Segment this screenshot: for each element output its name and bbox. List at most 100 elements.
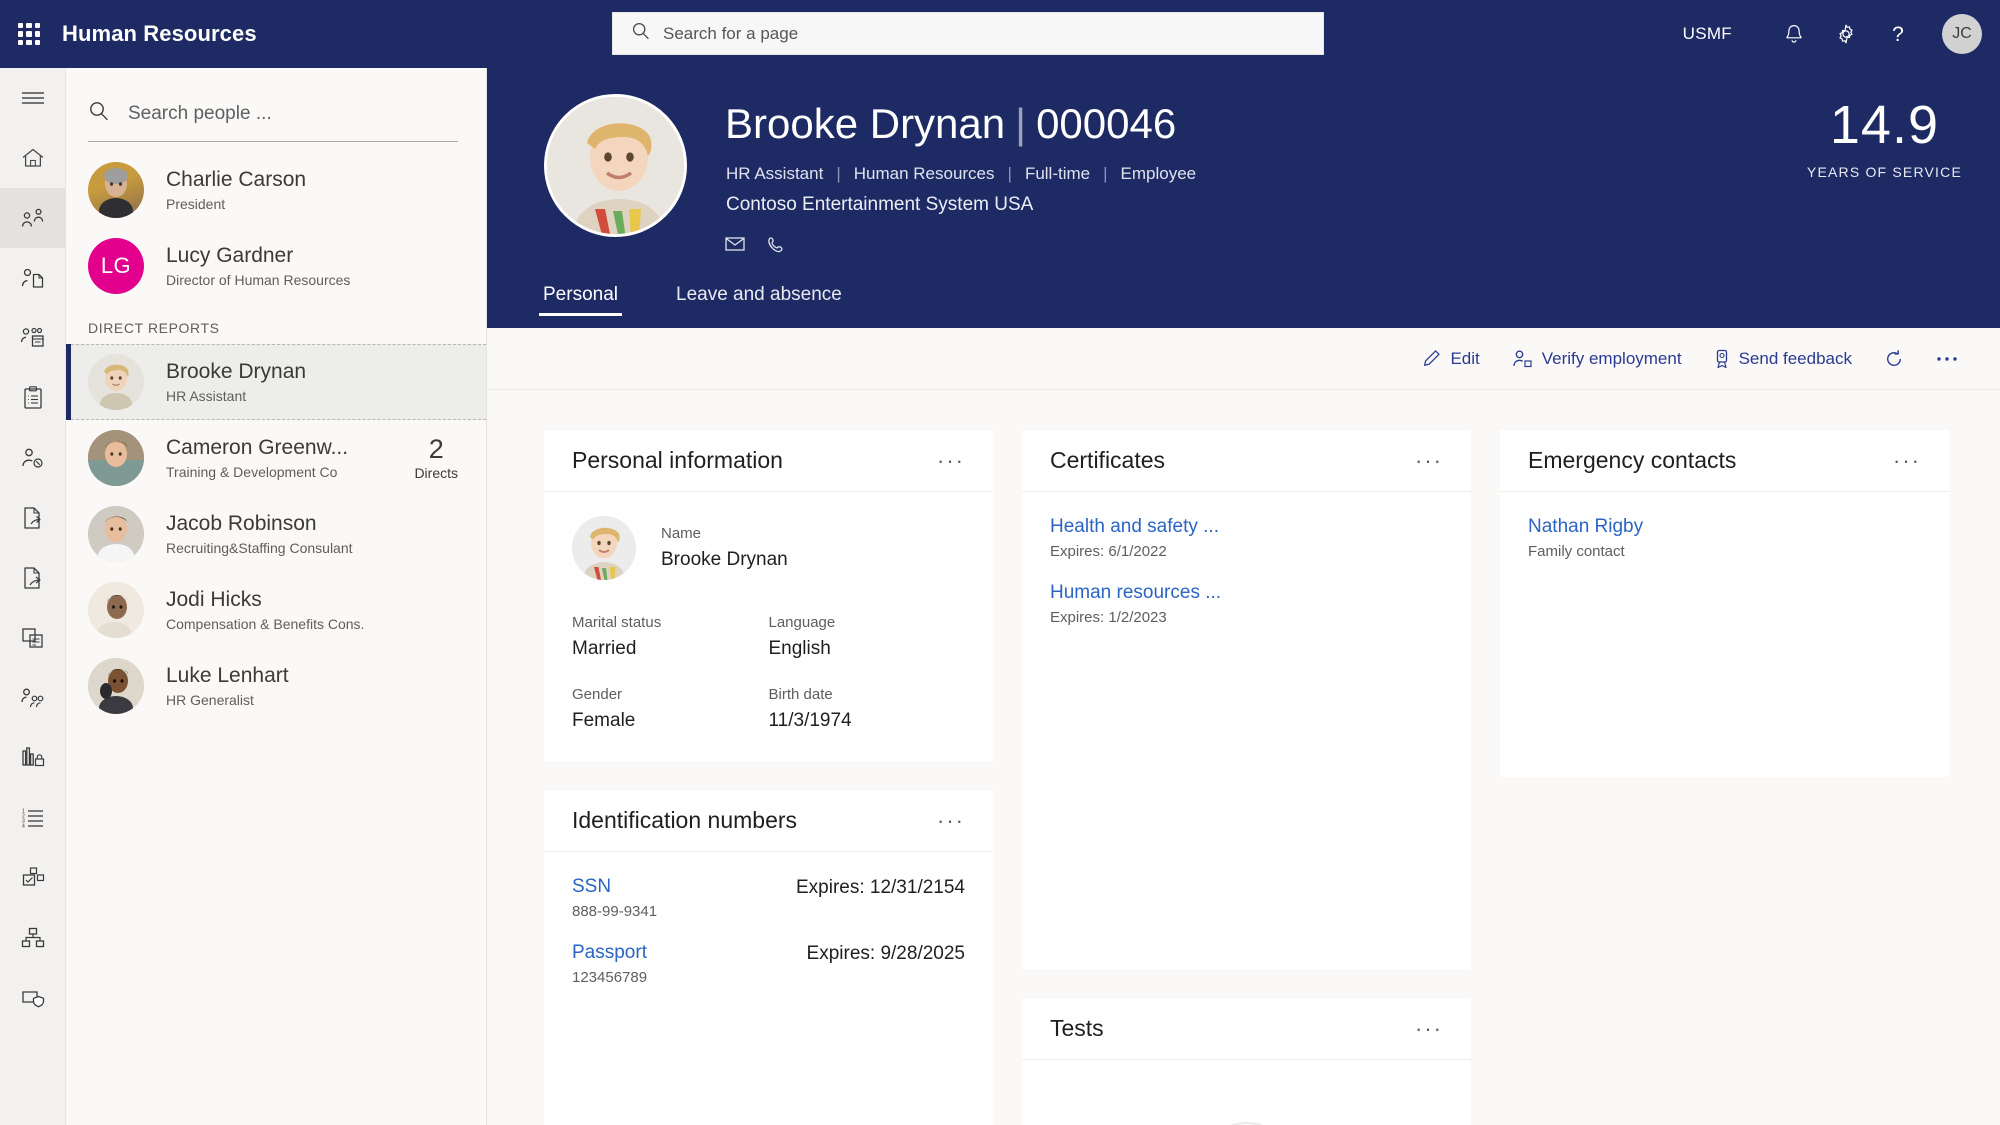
send-feedback-label: Send feedback: [1738, 348, 1852, 368]
identification-number: 123456789: [572, 969, 648, 986]
verify-employment-button[interactable]: Verify employment: [1512, 349, 1682, 369]
person-document-icon: [19, 265, 47, 291]
field-language: Language English: [769, 614, 966, 660]
sidebar-item-org-chart[interactable]: [0, 908, 66, 968]
emergency-contact-link[interactable]: Nathan Rigby: [1528, 516, 1921, 538]
name-field: Name Brooke Drynan: [661, 525, 788, 571]
list-item[interactable]: Jodi Hicks Compensation & Benefits Cons.: [66, 572, 486, 648]
app-launcher-icon[interactable]: [18, 23, 40, 45]
employee-meta: HR Assistant | Human Resources | Full-time | E…: [726, 164, 1196, 184]
verify-employment-label: Verify employment: [1541, 348, 1682, 368]
people-list: Charlie Carson President LG Lucy Gardner…: [66, 152, 486, 724]
sidebar-item-documents[interactable]: [0, 488, 66, 548]
identification-link[interactable]: Passport: [572, 942, 647, 964]
sidebar-item-leave[interactable]: [0, 308, 66, 368]
identification-expiry: Expires: 12/31/2154: [795, 877, 965, 898]
overflow-ellipsis-icon[interactable]: ···: [937, 449, 965, 472]
title-separator: |: [1015, 100, 1027, 147]
field-label: Gender: [572, 686, 623, 703]
employee-name: Brooke Drynan: [725, 100, 1006, 147]
certificate-link[interactable]: Human resources ...: [1050, 582, 1443, 604]
page-search-input[interactable]: [663, 23, 1323, 44]
person-name: Brooke Drynan: [166, 359, 307, 383]
department: Human Resources: [853, 164, 995, 183]
sidebar-item-positions[interactable]: [0, 428, 66, 488]
list-item[interactable]: Jacob Robinson Recruiting&Staffing Consu…: [66, 496, 486, 572]
svg-text:4: 4: [22, 824, 25, 830]
bell-icon[interactable]: [1768, 0, 1820, 68]
card-header: Certificates ···: [1022, 430, 1471, 492]
phone-icon[interactable]: [767, 236, 785, 259]
list-item[interactable]: Charlie Carson President: [66, 152, 486, 228]
sidebar-item-employees[interactable]: [0, 188, 66, 248]
employee-avatar[interactable]: [544, 94, 687, 237]
sidebar-item-compensation[interactable]: [0, 728, 66, 788]
person-title: HR Assistant: [166, 388, 247, 405]
mail-icon[interactable]: [725, 236, 745, 259]
cards-grid: Personal information ··· Name Brooke Dry…: [487, 390, 2000, 1125]
person-title: Recruiting&Staffing Consulant: [166, 540, 353, 557]
edit-button[interactable]: Edit: [1422, 349, 1480, 369]
sidebar-item-tasks[interactable]: [0, 368, 66, 428]
list-item-selected[interactable]: Brooke Drynan HR Assistant: [66, 344, 486, 420]
certificate-link[interactable]: Health and safety ...: [1050, 516, 1443, 538]
sidebar-item-forms[interactable]: [0, 548, 66, 608]
people-search[interactable]: [88, 86, 458, 142]
list-item: SSN 888-99-9341 Expires: 12/31/2154: [572, 876, 965, 920]
person-settings-icon: [19, 445, 47, 471]
list-item[interactable]: LG Lucy Gardner Director of Human Resour…: [66, 228, 486, 304]
overflow-ellipsis-icon[interactable]: ···: [1415, 449, 1443, 472]
certificate-expiry: Expires: 6/1/2022: [1050, 543, 1167, 560]
search-icon: [88, 100, 110, 127]
field-value: Female: [572, 710, 636, 731]
sidebar-item-teams[interactable]: [0, 668, 66, 728]
sidebar-item-loaned-equipment[interactable]: [0, 608, 66, 668]
sidebar-item-lists[interactable]: 1234: [0, 788, 66, 848]
card-body: SSN 888-99-9341 Expires: 12/31/2154 Pass…: [544, 852, 993, 1125]
card-body: Health and safety ... Expires: 6/1/2022 …: [1022, 492, 1471, 970]
tab-bar: Personal Leave and absence: [539, 284, 900, 316]
meta-separator: |: [1103, 164, 1108, 183]
app-title: Human Resources: [62, 21, 257, 46]
overflow-ellipsis-icon[interactable]: ···: [1893, 449, 1921, 472]
empty-state: We didn't find any tests to show here.: [1050, 1084, 1443, 1125]
employee-id: 000046: [1036, 100, 1177, 147]
card-body: We didn't find any tests to show here.: [1022, 1060, 1471, 1125]
person-title: HR Generalist: [166, 692, 254, 709]
field-label: Birth date: [768, 686, 833, 703]
tab-leave-and-absence[interactable]: Leave and absence: [676, 284, 842, 316]
hamburger-menu-icon[interactable]: [0, 68, 66, 128]
person-title: President: [166, 196, 226, 213]
overflow-ellipsis-icon[interactable]: [1936, 355, 1960, 363]
meta-separator: |: [1007, 164, 1012, 183]
field-label: Marital status: [572, 614, 662, 631]
gear-icon[interactable]: [1820, 0, 1872, 68]
overflow-ellipsis-icon[interactable]: ···: [1415, 1017, 1443, 1040]
sidebar-item-security[interactable]: [0, 968, 66, 1028]
card-body: Name Brooke Drynan Marital status Marrie…: [544, 492, 993, 762]
person-calendar-icon: [19, 325, 47, 351]
card-column-2: Certificates ··· Health and safety ... E…: [1022, 430, 1471, 1125]
svg-text:?: ?: [1892, 23, 1904, 46]
card-header: Identification numbers ···: [544, 790, 993, 852]
search-people-input[interactable]: [128, 102, 458, 125]
sidebar-item-workflow[interactable]: [0, 848, 66, 908]
company-selector[interactable]: USMF: [1683, 24, 1732, 44]
list-item[interactable]: Cameron Greenw... Training & Development…: [66, 420, 486, 496]
emergency-contacts-card: Emergency contacts ··· Nathan Rigby Fami…: [1500, 430, 1949, 777]
card-filler: [1050, 648, 1443, 940]
sidebar-item-employment[interactable]: [0, 248, 66, 308]
refresh-button[interactable]: [1884, 349, 1904, 369]
avatar[interactable]: JC: [1942, 14, 1982, 54]
identification-link[interactable]: SSN: [572, 876, 657, 898]
list-item[interactable]: Luke Lenhart HR Generalist: [66, 648, 486, 724]
question-mark-icon[interactable]: ?: [1872, 0, 1924, 68]
home-icon[interactable]: [0, 128, 66, 188]
overflow-ellipsis-icon[interactable]: ···: [937, 809, 965, 832]
send-feedback-button[interactable]: Send feedback: [1714, 349, 1852, 369]
tab-personal[interactable]: Personal: [539, 284, 622, 316]
employment-type: Full-time: [1024, 164, 1091, 183]
meta-separator: |: [836, 164, 841, 183]
award-icon: [1714, 349, 1730, 369]
page-search[interactable]: [612, 12, 1324, 55]
